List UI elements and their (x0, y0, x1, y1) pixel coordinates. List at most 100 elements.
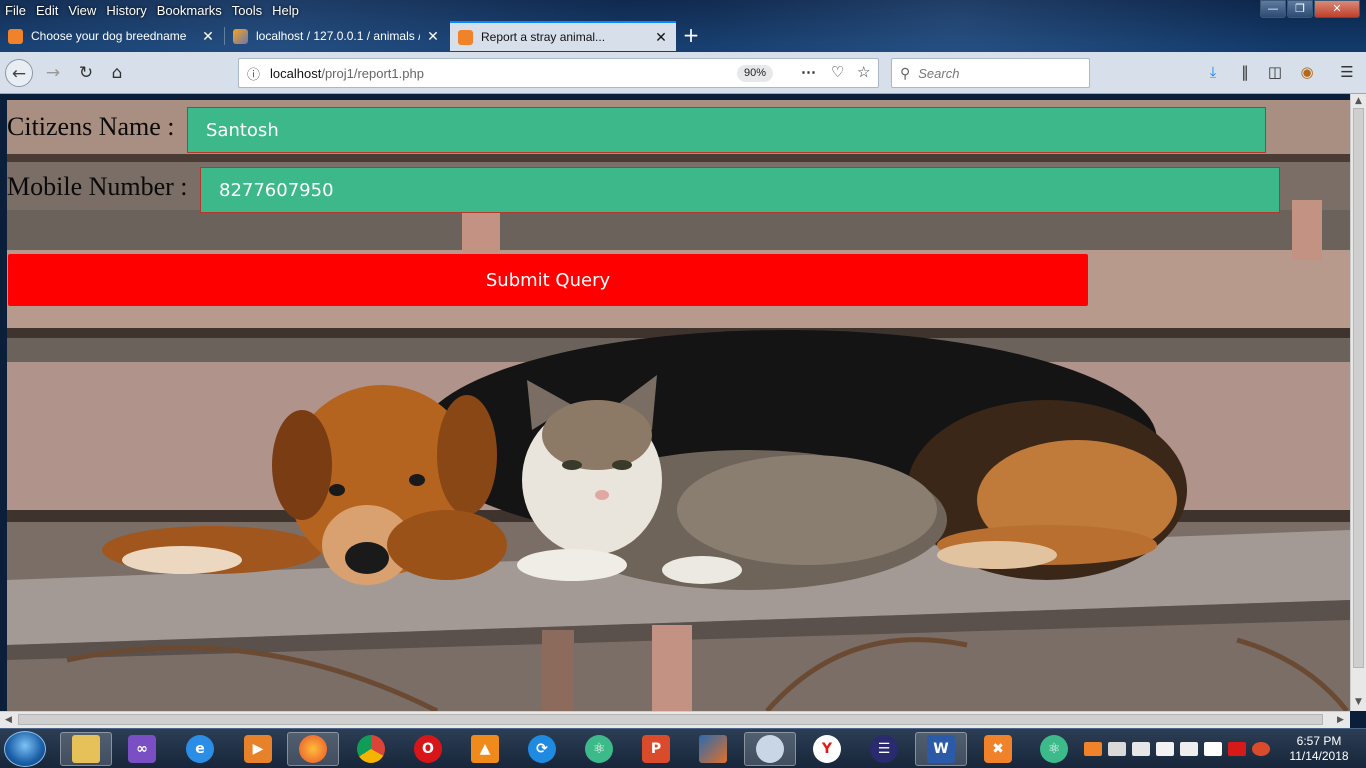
page-viewport: Citizens Name : Mobile Number : Submit Q… (7, 100, 1350, 711)
taskbar-yandex[interactable]: Y (801, 732, 853, 766)
taskbar-vlc[interactable]: ▲ (459, 732, 511, 766)
menu-history[interactable]: History (106, 3, 146, 18)
taskbar-eclipse[interactable]: ☰ (858, 732, 910, 766)
opera-icon: O (414, 735, 442, 763)
taskbar-opera[interactable]: O (402, 732, 454, 766)
tab-title: Choose your dog breedname (31, 29, 187, 43)
close-tab-icon[interactable]: ✕ (654, 29, 668, 46)
postman-tray-icon[interactable] (1252, 742, 1270, 756)
tab-report-stray-animal[interactable]: Report a stray animal... ✕ (450, 21, 676, 51)
citizens-name-input[interactable] (187, 107, 1266, 153)
hamburger-menu-icon[interactable]: ☰ (1337, 63, 1357, 81)
search-bar[interactable]: ⚲ Search (891, 58, 1090, 88)
bookmark-star-icon[interactable]: ☆ (857, 63, 870, 81)
scroll-right-arrow-icon[interactable]: ▶ (1337, 715, 1344, 725)
menu-bookmarks[interactable]: Bookmarks (157, 3, 222, 18)
horizontal-scrollbar[interactable]: ◀ ▶ (0, 711, 1350, 728)
close-tab-icon[interactable]: ✕ (201, 28, 215, 45)
taskbar-chrome[interactable] (345, 732, 397, 766)
new-tab-button[interactable]: + (680, 25, 702, 45)
taskbar-file-explorer[interactable] (60, 732, 112, 766)
signal-strength-icon[interactable] (1204, 742, 1222, 756)
submit-query-button[interactable]: Submit Query (8, 254, 1088, 306)
menu-help[interactable]: Help (272, 3, 299, 18)
url-bar[interactable]: ⓘ localhost/proj1/report1.php 90% ⋯ ♡ ☆ (238, 58, 879, 88)
taskbar-snipping-tool[interactable] (744, 732, 796, 766)
close-tab-icon[interactable]: ✕ (426, 28, 440, 45)
menu-file[interactable]: File (5, 3, 26, 18)
taskbar-internet-explorer[interactable]: e (174, 732, 226, 766)
taskbar-atom-second[interactable]: ⚛ (1028, 732, 1080, 766)
sidebar-icon[interactable]: ◫ (1265, 63, 1285, 81)
forward-button[interactable]: → (39, 59, 67, 87)
mobile-number-input[interactable] (200, 167, 1280, 213)
menu-bar: File Edit View History Bookmarks Tools H… (0, 0, 1366, 20)
menu-edit[interactable]: Edit (36, 3, 58, 18)
taskbar-settings-app[interactable]: ⟳ (516, 732, 568, 766)
yandex-icon: Y (813, 735, 841, 763)
vertical-scroll-thumb[interactable] (1353, 108, 1364, 668)
scroll-up-arrow-icon[interactable]: ▲ (1355, 96, 1362, 106)
postman-icon: P (642, 735, 670, 763)
network-tray-icon[interactable] (1132, 742, 1150, 756)
close-window-button[interactable]: ✕ (1314, 0, 1360, 18)
minimize-button[interactable]: — (1260, 0, 1286, 18)
vertical-scrollbar[interactable]: ▲ ▼ (1350, 94, 1366, 711)
info-icon[interactable]: ⓘ (247, 64, 260, 83)
chrome-icon (357, 735, 385, 763)
taskbar-firefox[interactable] (287, 732, 339, 766)
extension-monkey-icon[interactable]: ◉ (1297, 63, 1317, 81)
taskbar-xampp[interactable]: ✖ (972, 732, 1024, 766)
zoom-level-badge[interactable]: 90% (737, 65, 774, 82)
firefox-icon (299, 735, 327, 763)
xampp-favicon-icon (8, 28, 23, 44)
visual-studio-icon: ∞ (128, 735, 156, 763)
back-button[interactable]: ← (5, 59, 33, 87)
scroll-down-arrow-icon[interactable]: ▼ (1355, 697, 1362, 707)
menu-view[interactable]: View (68, 3, 96, 18)
phpmyadmin-favicon-icon (233, 28, 248, 44)
taskbar-clock[interactable]: 6:57 PM 11/14/2018 (1283, 734, 1355, 764)
internet-explorer-icon: e (186, 735, 214, 763)
start-button[interactable] (4, 731, 46, 767)
taskbar-matlab[interactable] (687, 732, 739, 766)
taskbar-postman[interactable]: P (630, 732, 682, 766)
matlab-icon (699, 735, 727, 763)
maximize-button[interactable]: ❐ (1287, 0, 1313, 18)
search-icon: ⚲ (900, 64, 911, 81)
search-placeholder: Search (918, 65, 960, 81)
page-actions-icon[interactable]: ⋯ (801, 63, 817, 81)
xampp-tray-icon[interactable] (1084, 742, 1102, 756)
app-settings-icon: ⟳ (528, 735, 556, 763)
scroll-left-arrow-icon[interactable]: ◀ (5, 715, 12, 725)
vlc-icon: ▲ (471, 735, 499, 763)
eclipse-icon: ☰ (870, 735, 898, 763)
menu-tools[interactable]: Tools (232, 3, 262, 18)
volume-icon[interactable] (1180, 742, 1198, 756)
taskbar-media-player[interactable]: ▶ (232, 732, 284, 766)
url-host: localhost (270, 65, 322, 81)
windows-taskbar: ∞ e ▶ O ▲ ⟳ ⚛ P Y ☰ W ✖ ⚛ 6:57 PM 11/14/… (0, 728, 1366, 768)
pocket-icon[interactable]: ♡ (831, 63, 844, 81)
taskbar-atom[interactable]: ⚛ (573, 732, 625, 766)
tab-dog-breedname[interactable]: Choose your dog breedname ✕ (0, 21, 223, 51)
tab-phpmyadmin[interactable]: localhost / 127.0.0.1 / animals / ✕ (225, 21, 448, 51)
action-center-flag-icon[interactable] (1156, 742, 1174, 756)
reload-button[interactable]: ↻ (72, 59, 100, 87)
usb-tray-icon[interactable] (1108, 742, 1126, 756)
home-button[interactable]: ⌂ (103, 59, 131, 87)
snipping-tool-icon (756, 735, 784, 763)
antivirus-tray-icon[interactable] (1228, 742, 1246, 756)
clock-time: 6:57 PM (1296, 734, 1342, 748)
downloads-icon[interactable]: ⤓ (1203, 63, 1223, 81)
atom-icon: ⚛ (585, 735, 613, 763)
window-controls: — ❐ ✕ (1259, 0, 1360, 18)
clock-date: 11/14/2018 (1289, 749, 1349, 763)
taskbar-visual-studio[interactable]: ∞ (116, 732, 168, 766)
tab-title: Report a stray animal... (481, 30, 606, 44)
taskbar-word[interactable]: W (915, 732, 967, 766)
horizontal-scroll-thumb[interactable] (18, 714, 1323, 725)
file-explorer-icon (72, 735, 100, 763)
library-icon[interactable]: ‖ (1235, 63, 1255, 81)
tab-title: localhost / 127.0.0.1 / animals / (256, 29, 420, 43)
